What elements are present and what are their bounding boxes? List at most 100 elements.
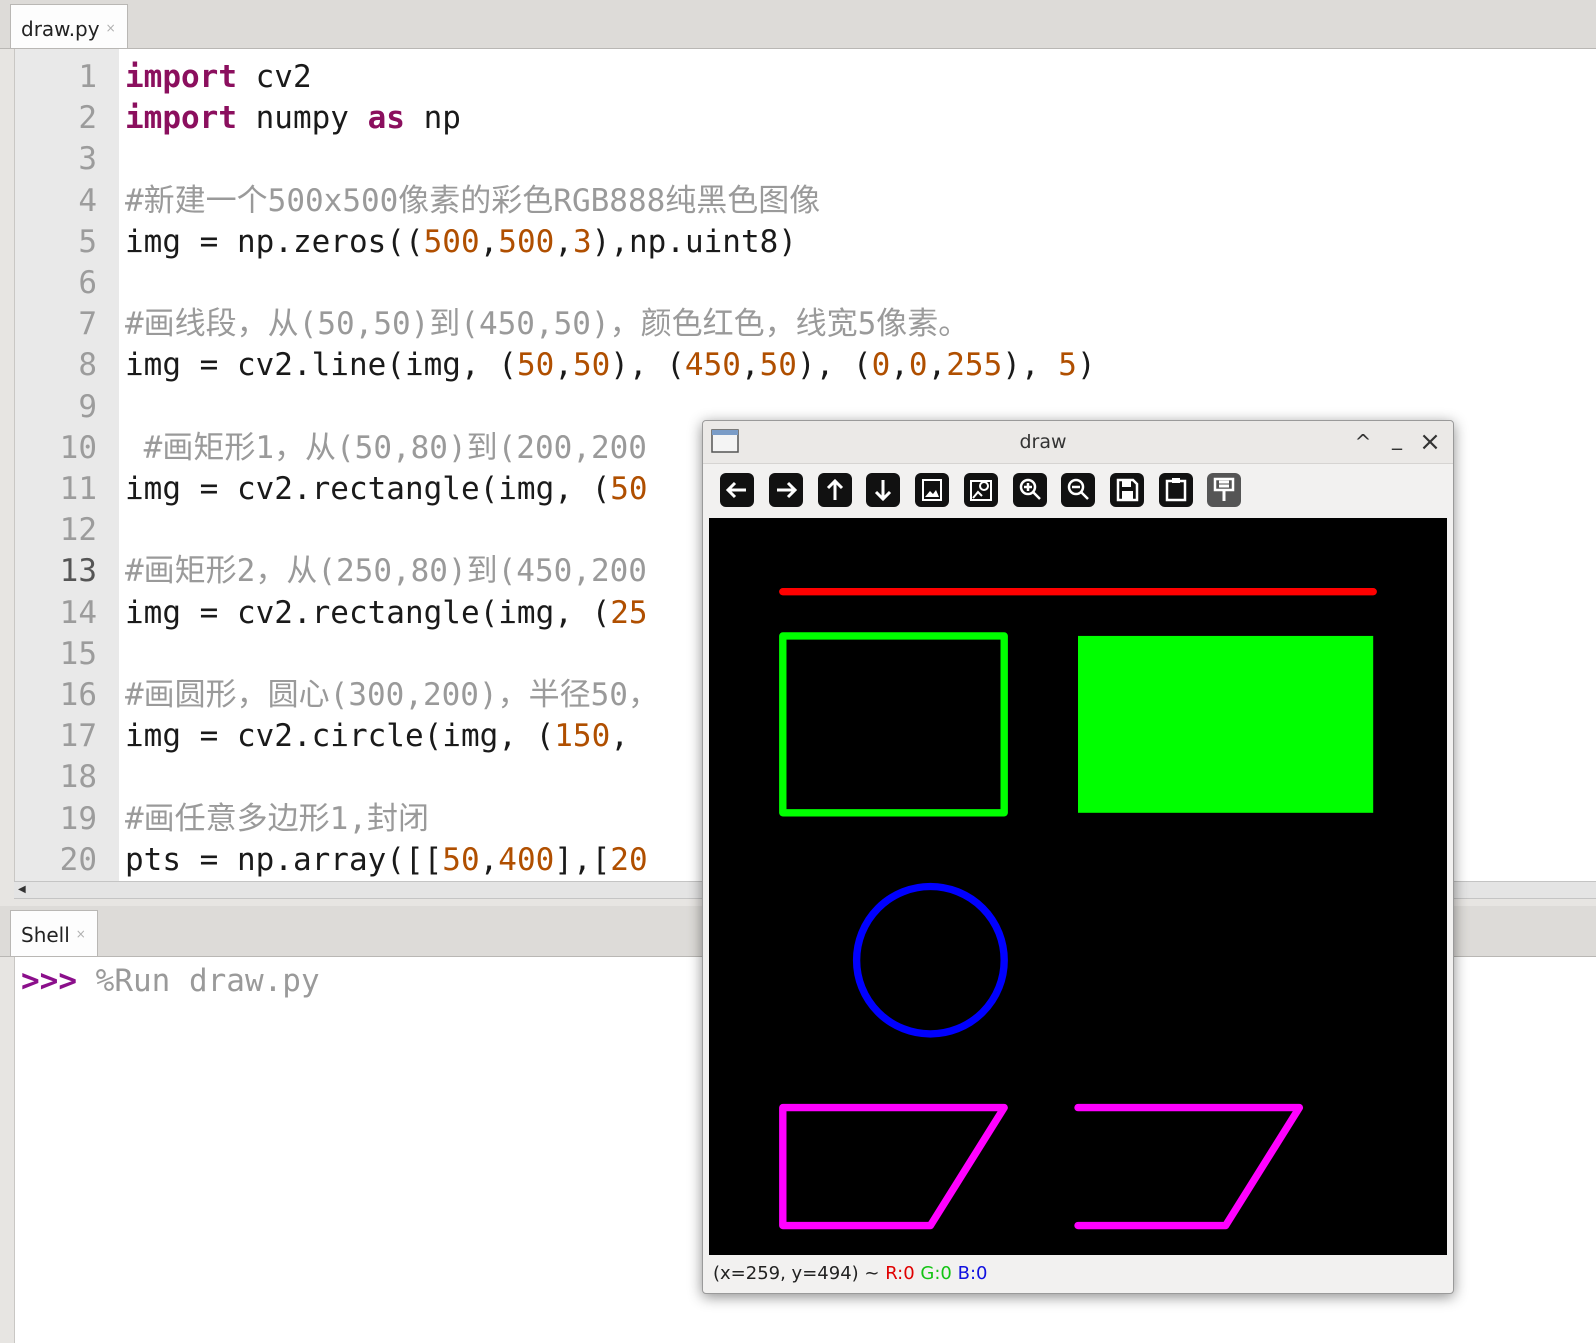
line-number: 8 (78, 347, 97, 384)
minimize-button[interactable]: _ (1382, 423, 1412, 453)
number-token: 500 (423, 223, 480, 260)
comment-token: #新建一个500x500像素的彩色RGB888纯黑色图像 (125, 182, 821, 219)
number-token: 50 (610, 471, 648, 507)
arrow-up-icon[interactable] (817, 472, 853, 508)
code-line: import cv2 (125, 57, 312, 98)
code-token: , (610, 718, 629, 755)
code-line: #画线段，从(50,50)到(450,50)，颜色红色，线宽5像素。 (125, 304, 969, 345)
code-token: ),np.uint8) (591, 223, 797, 260)
tab-label: draw.py (21, 17, 100, 41)
number-token: 150 (554, 718, 611, 755)
image-toolbar (703, 464, 1453, 518)
keyword-token: import (125, 100, 237, 137)
number-token: 3 (572, 223, 592, 260)
image-icon[interactable] (914, 472, 950, 508)
code-line: img = np.zeros((500,500,3),np.uint8) (125, 222, 797, 263)
number-token: 50 (572, 347, 611, 384)
draw-window[interactable]: draw ^ _ × (x=259, y=494) ~ R:0 G:0 B:0 (702, 420, 1454, 1294)
number-token: 450 (684, 347, 741, 384)
code-line: #画任意多边形1,封闭 (125, 799, 429, 840)
code-line: #新建一个500x500像素的彩色RGB888纯黑色图像 (125, 181, 820, 222)
line-number: 4 (78, 182, 97, 219)
line-number: 12 (59, 512, 97, 549)
comment-token: #画任意多边形1,封闭 (125, 800, 429, 837)
code-token: img = cv2.rectangle(img, ( (125, 471, 611, 507)
code-token: , (554, 347, 573, 384)
code-line: #画矩形1，从(50,80)到(200,200 (125, 428, 647, 469)
number-token: 50 (516, 347, 555, 384)
status-red: R:0 (885, 1263, 915, 1284)
number-token: 0 (908, 347, 928, 384)
code-token: , (479, 223, 499, 260)
arrow-left-icon[interactable] (719, 472, 755, 508)
line-number: 13 (59, 553, 97, 590)
code-token: ],[ (554, 841, 611, 878)
line-number-gutter: 1 2 3 4 5 6 7 8 9 10 11 12 13 14 15 16 17 18 19 20 (15, 49, 119, 881)
line-number: 20 (59, 841, 97, 878)
number-token: 400 (498, 841, 555, 878)
shell-command: %Run draw.py (77, 963, 320, 999)
image-canvas[interactable] (709, 518, 1447, 1255)
shell-prompt: >>> (21, 963, 77, 999)
code-line: #画矩形2，从(250,80)到(450,200 (125, 551, 647, 592)
line-number: 16 (59, 677, 97, 713)
code-token: ), (1002, 347, 1059, 384)
number-token: 50 (442, 841, 480, 878)
arrow-right-icon[interactable] (768, 472, 804, 508)
shell-command-line: >>> %Run draw.py (21, 961, 320, 1002)
code-token: img = cv2.rectangle(img, ( (125, 594, 611, 631)
code-token: cv2 (236, 59, 312, 95)
code-token: img = cv2.circle(img, ( (125, 718, 555, 755)
status-green: G:0 (920, 1263, 952, 1284)
clipboard-icon[interactable] (1158, 472, 1194, 508)
tab-label: Shell (21, 923, 70, 947)
line-number: 10 (59, 429, 97, 466)
code-line: import numpy as np (125, 98, 461, 139)
code-token: img = cv2.line(img, ( (125, 347, 517, 384)
tab-shell[interactable]: Shell × (10, 910, 98, 956)
comment-token: #画矩形1，从(50,80)到(200,200 (125, 429, 647, 466)
number-token: 50 (759, 347, 797, 384)
code-token: pts = np.array([[ (125, 841, 443, 878)
properties-icon[interactable] (1206, 472, 1242, 508)
window-titlebar[interactable]: draw ^ _ × (703, 421, 1453, 464)
tab-close-icon[interactable]: × (106, 21, 116, 35)
line-number: 6 (78, 265, 97, 301)
line-number: 19 (59, 800, 97, 837)
code-token: ) (1076, 347, 1096, 384)
number-token: 0 (871, 347, 891, 384)
number-token: 25 (610, 594, 648, 631)
code-token: ), ( (610, 347, 685, 384)
number-token: 5 (1058, 347, 1077, 384)
code-token: , (890, 347, 909, 384)
scroll-left-icon[interactable]: ◀ (18, 884, 26, 895)
status-blue: B:0 (957, 1263, 988, 1284)
tab-draw-py[interactable]: draw.py × (10, 4, 128, 48)
line-number: 3 (78, 141, 97, 178)
green-rectangle-filled (1078, 635, 1374, 813)
number-token: 20 (610, 841, 648, 878)
comment-token: #画线段，从(50,50)到(450,50)，颜色红色，线宽5像素。 (125, 306, 970, 343)
save-icon[interactable] (1109, 472, 1145, 508)
line-number: 9 (78, 388, 97, 425)
number-token: 255 (946, 347, 1003, 384)
status-bar: (x=259, y=494) ~ R:0 G:0 B:0 (713, 1263, 988, 1284)
code-token: numpy (236, 100, 368, 137)
close-button[interactable]: × (1415, 427, 1445, 457)
code-token: np (404, 100, 461, 137)
arrow-down-icon[interactable] (865, 472, 901, 508)
tab-close-icon[interactable]: × (76, 927, 86, 941)
status-coords: (x=259, y=494) ~ (713, 1263, 886, 1284)
number-token: 500 (498, 223, 555, 260)
code-line: img = cv2.rectangle(img, (50 (125, 469, 648, 510)
maximize-button[interactable]: ^ (1348, 427, 1378, 457)
line-number: 17 (59, 718, 97, 755)
line-number: 11 (59, 471, 97, 507)
code-line: #画圆形，圆心(300,200)，半径50， (125, 675, 659, 716)
code-line: img = cv2.rectangle(img, (25 (125, 593, 648, 634)
image-zoom-icon[interactable] (963, 472, 999, 508)
zoom-out-icon[interactable] (1060, 472, 1096, 508)
code-line: img = cv2.line(img, (50,50), (450,50), (… (125, 345, 1096, 386)
zoom-in-icon[interactable] (1012, 472, 1048, 508)
code-token: , (740, 347, 760, 384)
